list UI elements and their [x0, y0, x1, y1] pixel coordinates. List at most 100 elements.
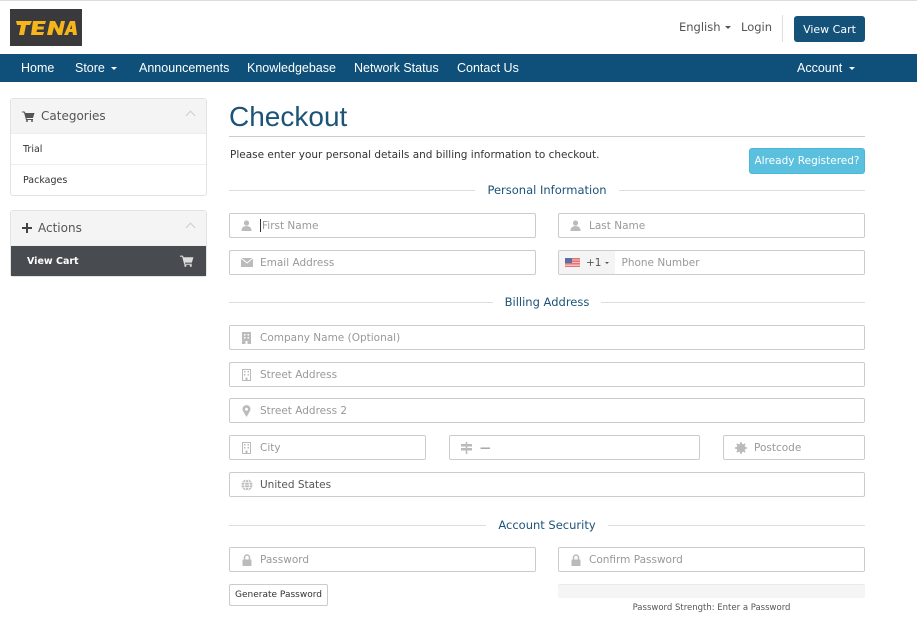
globe-icon — [240, 478, 253, 491]
main-navbar: Home Store Announcements Knowledgebase N… — [0, 54, 917, 82]
divider — [618, 189, 865, 191]
chevron-up-icon[interactable] — [185, 110, 196, 121]
section-title: Personal Information — [487, 183, 607, 197]
tena-logo-icon — [16, 20, 77, 35]
nav-account-label: Account — [797, 61, 843, 75]
country-select[interactable]: United States — [229, 472, 865, 497]
password-strength-bar — [558, 584, 865, 598]
nav-announcements-label: Announcements — [139, 61, 230, 75]
section-account-security: Account Security — [229, 517, 865, 533]
logo[interactable] — [10, 9, 82, 46]
caret-down-icon — [724, 26, 731, 29]
nav-network-status-label: Network Status — [354, 61, 439, 75]
signpost-icon — [460, 441, 473, 454]
section-billing-address: Billing Address — [229, 294, 865, 310]
building-outline-icon — [240, 368, 253, 381]
nav-store-label: Store — [75, 61, 105, 75]
sidebar-item-packages[interactable]: Packages — [11, 164, 206, 195]
us-flag-icon — [565, 258, 580, 267]
nav-home[interactable]: Home — [21, 61, 54, 75]
nav-knowledgebase[interactable]: Knowledgebase — [247, 61, 336, 75]
envelope-icon — [240, 256, 253, 269]
section-personal-information: Personal Information — [229, 182, 865, 198]
actions-title: Actions — [38, 221, 82, 235]
nav-contact-us-label: Contact Us — [457, 61, 519, 75]
first-name-placeholder: First Name — [262, 219, 319, 232]
caret-down-icon — [849, 67, 856, 71]
categories-panel: Categories Trial Packages — [10, 98, 207, 196]
login-link[interactable]: Login — [741, 20, 772, 34]
actions-panel-header[interactable]: Actions — [11, 211, 206, 245]
view-cart-button[interactable]: View Cart — [794, 16, 865, 42]
section-title: Billing Address — [504, 295, 590, 309]
divider — [601, 301, 865, 303]
phone-field[interactable]: +1 Phone Number — [558, 250, 865, 275]
plus-icon — [22, 223, 32, 233]
cart-icon — [180, 255, 194, 267]
phone-placeholder: Phone Number — [621, 256, 700, 269]
postcode-placeholder: Postcode — [754, 441, 802, 454]
language-label: English — [679, 20, 721, 34]
nav-contact-us[interactable]: Contact Us — [457, 61, 519, 75]
building-icon — [240, 331, 253, 344]
text-cursor — [260, 219, 261, 232]
nav-announcements[interactable]: Announcements — [139, 61, 229, 75]
password-strength-text: Password Strength: Enter a Password — [632, 603, 791, 613]
state-value: — — [480, 441, 491, 454]
state-select[interactable]: — — [449, 435, 700, 460]
divider — [607, 524, 865, 526]
lock-icon — [569, 553, 582, 566]
categories-panel-header[interactable]: Categories — [11, 99, 206, 133]
sidebar-item-label: Trial — [23, 143, 43, 155]
nav-knowledgebase-label: Knowledgebase — [247, 61, 336, 75]
password-field[interactable]: Password — [229, 547, 536, 572]
map-marker-icon — [240, 404, 253, 417]
caret-down-icon — [110, 67, 117, 71]
company-name-field[interactable]: Company Name (Optional) — [229, 325, 865, 350]
intro-text: Please enter your personal details and b… — [230, 149, 600, 161]
top-bar: English Login View Cart — [0, 1, 917, 54]
country-code-selector[interactable]: +1 — [559, 251, 616, 274]
divider — [229, 524, 487, 526]
country-code: +1 — [586, 256, 602, 269]
email-field[interactable]: Email Address — [229, 250, 536, 275]
first-name-field[interactable]: First Name — [229, 213, 536, 238]
certificate-icon — [734, 441, 747, 454]
confirm-password-placeholder: Confirm Password — [589, 553, 683, 566]
language-selector[interactable]: English — [679, 20, 731, 34]
city-placeholder: City — [260, 441, 281, 454]
password-placeholder: Password — [260, 553, 310, 566]
generate-password-button[interactable]: Generate Password — [229, 584, 328, 606]
confirm-password-field[interactable]: Confirm Password — [558, 547, 865, 572]
last-name-field[interactable]: Last Name — [558, 213, 865, 238]
street-placeholder: Street Address — [260, 368, 338, 381]
nav-store[interactable]: Store — [75, 61, 117, 75]
page-title: Checkout — [229, 101, 348, 132]
nav-network-status[interactable]: Network Status — [354, 61, 439, 75]
street2-placeholder: Street Address 2 — [260, 404, 348, 417]
street-address-2-field[interactable]: Street Address 2 — [229, 398, 865, 423]
user-icon — [569, 219, 582, 232]
lock-icon — [240, 553, 253, 566]
postcode-field[interactable]: Postcode — [723, 435, 865, 460]
already-registered-button[interactable]: Already Registered? — [749, 148, 865, 174]
city-field[interactable]: City — [229, 435, 426, 460]
nav-account[interactable]: Account — [797, 61, 856, 75]
sidebar-item-trial[interactable]: Trial — [11, 133, 206, 164]
user-icon — [240, 219, 253, 232]
sidebar-item-label: View Cart — [27, 255, 79, 267]
company-placeholder: Company Name (Optional) — [260, 331, 401, 344]
title-divider — [229, 136, 865, 137]
chevron-up-icon[interactable] — [185, 222, 196, 233]
cart-icon — [22, 111, 35, 122]
street-address-field[interactable]: Street Address — [229, 362, 865, 387]
caret-down-icon — [605, 261, 610, 264]
email-placeholder: Email Address — [260, 256, 335, 269]
nav-home-label: Home — [21, 61, 55, 75]
last-name-placeholder: Last Name — [589, 219, 646, 232]
section-title: Account Security — [498, 518, 596, 532]
divider — [229, 189, 476, 191]
divider — [782, 15, 783, 42]
divider — [229, 301, 493, 303]
sidebar-item-view-cart[interactable]: View Cart — [11, 245, 206, 276]
